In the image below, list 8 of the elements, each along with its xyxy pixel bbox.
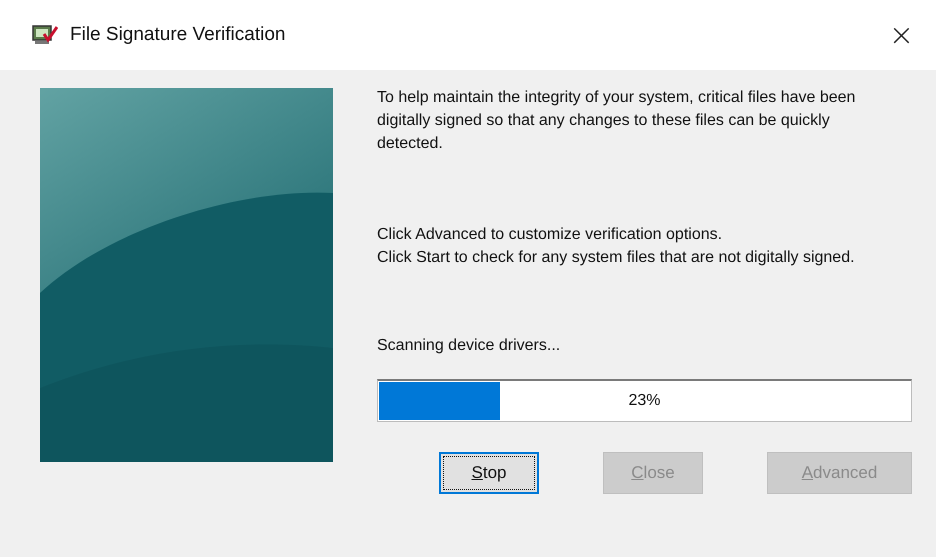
close-button[interactable]: × xyxy=(882,18,920,52)
progress-percent: 23% xyxy=(628,392,661,410)
description-text: To help maintain the integrity of your system, critical files have been digitally signed so that any changes to these files can be quickly detected. xyxy=(377,88,856,154)
app-icon xyxy=(32,24,58,46)
description-text: Click Advanced to customize verification options. Click Start to check for any system files that are not digitally signed. xyxy=(377,225,856,268)
status-text: Scanning device drivers... xyxy=(377,337,562,355)
window-title: File Signature Verification xyxy=(70,24,286,46)
dialog-button[interactable]: Stop xyxy=(439,452,539,494)
